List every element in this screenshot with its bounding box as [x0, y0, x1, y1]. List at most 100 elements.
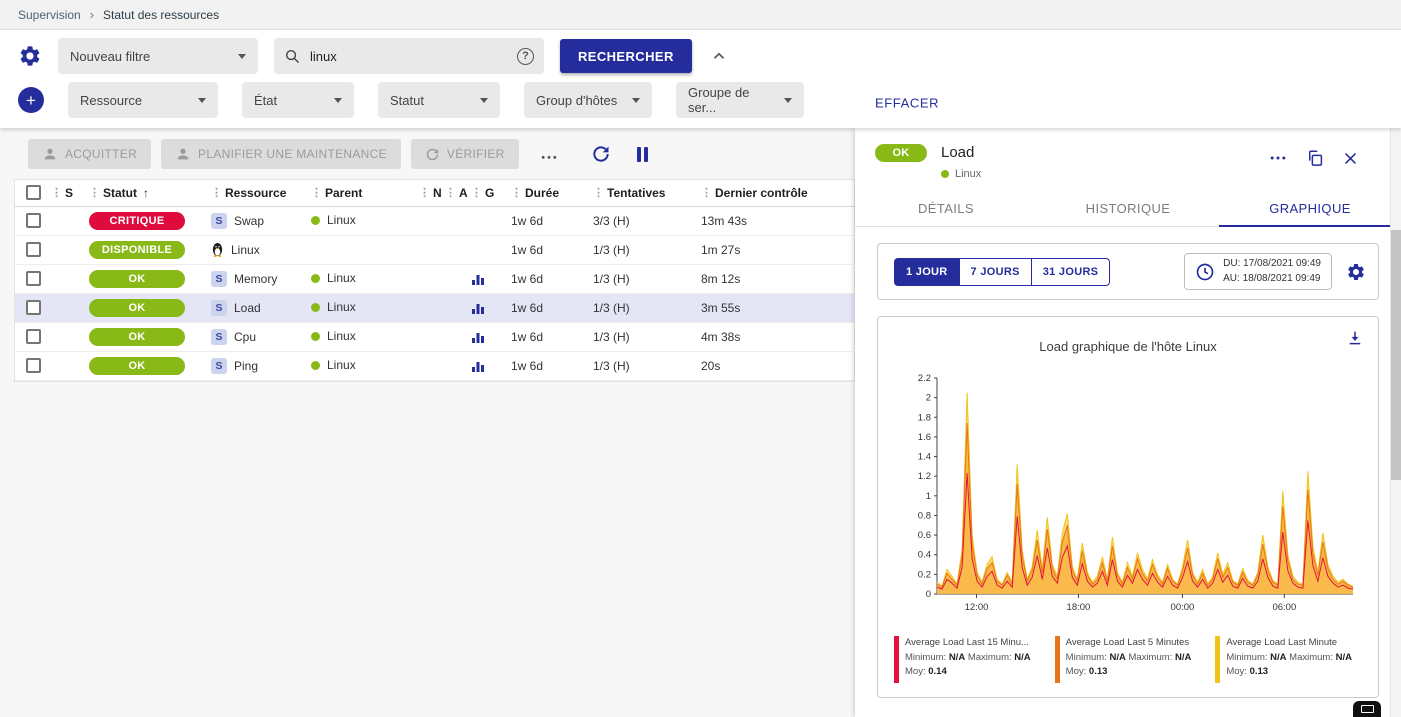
pause-icon[interactable] [637, 147, 649, 162]
copy-icon[interactable] [1306, 149, 1324, 167]
filter-row-main: Nouveau filtre ? RECHERCHER [0, 30, 1401, 78]
row-checkbox[interactable] [26, 300, 41, 315]
col-header-graph[interactable]: ⋮G [471, 180, 511, 206]
graph-settings-icon[interactable] [1346, 262, 1366, 282]
settings-icon[interactable] [18, 44, 42, 68]
tab-graph[interactable]: GRAPHIQUE [1219, 190, 1401, 226]
row-duration: 1w 6d [511, 235, 593, 264]
panel-more-icon[interactable] [1268, 148, 1288, 168]
col-header-notes[interactable]: ⋮N [419, 180, 445, 206]
graph-icon[interactable] [471, 359, 485, 373]
severity-cell [51, 351, 89, 380]
period-7days-button[interactable]: 7 JOURS [960, 258, 1032, 286]
col-header-status[interactable]: ⋮Statut↑ [89, 180, 211, 206]
search-button[interactable]: RECHERCHER [560, 39, 692, 73]
refresh-icon[interactable] [591, 144, 611, 164]
severity-cell [51, 322, 89, 351]
drag-handle-icon[interactable]: ⋮ [445, 186, 456, 199]
col-header-resource[interactable]: ⋮Ressource [211, 180, 311, 206]
drag-handle-icon[interactable]: ⋮ [211, 186, 222, 199]
clock-icon [1195, 262, 1215, 282]
load-chart[interactable]: 00.20.40.60.811.21.41.61.822.212:0018:00… [893, 368, 1363, 620]
add-criteria-button[interactable]: + [18, 87, 44, 113]
col-header-last-check[interactable]: ⋮Dernier contrôle [701, 180, 856, 206]
saved-filter-value: Nouveau filtre [70, 49, 150, 64]
table-row[interactable]: OK S Cpu Linux [15, 322, 856, 351]
graph-icon[interactable] [471, 272, 485, 286]
drag-handle-icon[interactable]: ⋮ [593, 186, 604, 199]
tab-history[interactable]: HISTORIQUE [1037, 190, 1219, 226]
legend-item[interactable]: Average Load Last Minute Minimum: N/A Ma… [1215, 636, 1366, 683]
tab-details[interactable]: DÉTAILS [855, 190, 1037, 226]
close-icon[interactable] [1342, 150, 1359, 167]
criteria-label: Statut [390, 93, 424, 108]
drag-handle-icon[interactable]: ⋮ [89, 186, 100, 199]
collapse-filters-icon[interactable] [710, 47, 728, 65]
pip-button[interactable] [1353, 701, 1381, 717]
more-actions-icon[interactable] [539, 144, 559, 164]
svg-text:1: 1 [926, 491, 931, 502]
drag-handle-icon[interactable]: ⋮ [51, 186, 62, 199]
drag-handle-icon[interactable]: ⋮ [419, 186, 430, 199]
saved-filter-select[interactable]: Nouveau filtre [58, 38, 258, 74]
row-checkbox[interactable] [26, 358, 41, 373]
criteria-select-state[interactable]: État [242, 82, 354, 118]
drag-handle-icon[interactable]: ⋮ [511, 186, 522, 199]
drag-handle-icon[interactable]: ⋮ [471, 186, 482, 199]
set-maintenance-button[interactable]: PLANIFIER UNE MAINTENANCE [161, 139, 401, 169]
criteria-select-servicegroup[interactable]: Groupe de ser... [676, 82, 804, 118]
table-row[interactable]: OK S Ping Linux [15, 351, 856, 380]
row-checkbox[interactable] [26, 242, 41, 257]
date-range-picker[interactable]: DU: 17/08/2021 09:49 AU: 18/08/2021 09:4… [1184, 253, 1332, 290]
download-icon[interactable] [1346, 329, 1364, 347]
row-duration: 1w 6d [511, 351, 593, 380]
up-status-dot [311, 332, 320, 341]
legend-item[interactable]: Average Load Last 15 Minu... Minimum: N/… [894, 636, 1045, 683]
legend-color-bar [1055, 636, 1060, 683]
notes-cell [419, 351, 445, 380]
period-1day-button[interactable]: 1 JOUR [894, 258, 960, 286]
row-checkbox[interactable] [26, 271, 41, 286]
table-row[interactable]: DISPONIBLE S Linux [15, 235, 856, 264]
breadcrumb-item-supervision[interactable]: Supervision [18, 8, 81, 22]
period-31days-button[interactable]: 31 JOURS [1032, 258, 1111, 286]
panel-status-badge: OK [875, 144, 927, 162]
row-checkbox[interactable] [26, 329, 41, 344]
check-button[interactable]: VÉRIFIER [411, 139, 519, 169]
search-input[interactable] [310, 49, 508, 64]
scrollbar-thumb[interactable] [1391, 230, 1401, 480]
row-last-check: 3m 55s [701, 293, 856, 322]
table-row[interactable]: OK S Memory Linux [15, 264, 856, 293]
col-header-tries[interactable]: ⋮Tentatives [593, 180, 701, 206]
chevron-down-icon [198, 98, 206, 103]
sort-asc-icon[interactable]: ↑ [143, 186, 149, 200]
status-badge: DISPONIBLE [89, 241, 185, 259]
action-cell [445, 206, 471, 235]
row-tries: 1/3 (H) [593, 322, 701, 351]
row-tries: 1/3 (H) [593, 293, 701, 322]
criteria-select-resource[interactable]: Ressource [68, 82, 218, 118]
service-icon: S [211, 213, 227, 229]
col-header-duration[interactable]: ⋮Durée [511, 180, 593, 206]
col-header-severity[interactable]: ⋮S [51, 180, 89, 206]
criteria-select-status[interactable]: Statut [378, 82, 500, 118]
help-icon[interactable]: ? [517, 48, 534, 65]
col-header-action[interactable]: ⋮A [445, 180, 471, 206]
panel-scrollbar[interactable] [1390, 128, 1401, 717]
col-header-parent[interactable]: ⋮Parent [311, 180, 419, 206]
row-tries: 1/3 (H) [593, 351, 701, 380]
select-all-checkbox[interactable] [26, 185, 41, 200]
row-checkbox[interactable] [26, 213, 41, 228]
criteria-label: État [254, 93, 277, 108]
acknowledge-button[interactable]: ACQUITTER [28, 139, 151, 169]
clear-filters-button[interactable]: EFFACER [875, 96, 939, 111]
legend-item[interactable]: Average Load Last 5 Minutes Minimum: N/A… [1055, 636, 1206, 683]
graph-icon[interactable] [471, 330, 485, 344]
drag-handle-icon[interactable]: ⋮ [701, 186, 712, 199]
graph-icon[interactable] [471, 301, 485, 315]
drag-handle-icon[interactable]: ⋮ [311, 186, 322, 199]
criteria-select-hostgroup[interactable]: Group d'hôtes [524, 82, 652, 118]
search-box: ? [274, 38, 544, 74]
table-row[interactable]: CRITIQUE S Swap Linux [15, 206, 856, 235]
table-row[interactable]: OK S Load Linux [15, 293, 856, 322]
